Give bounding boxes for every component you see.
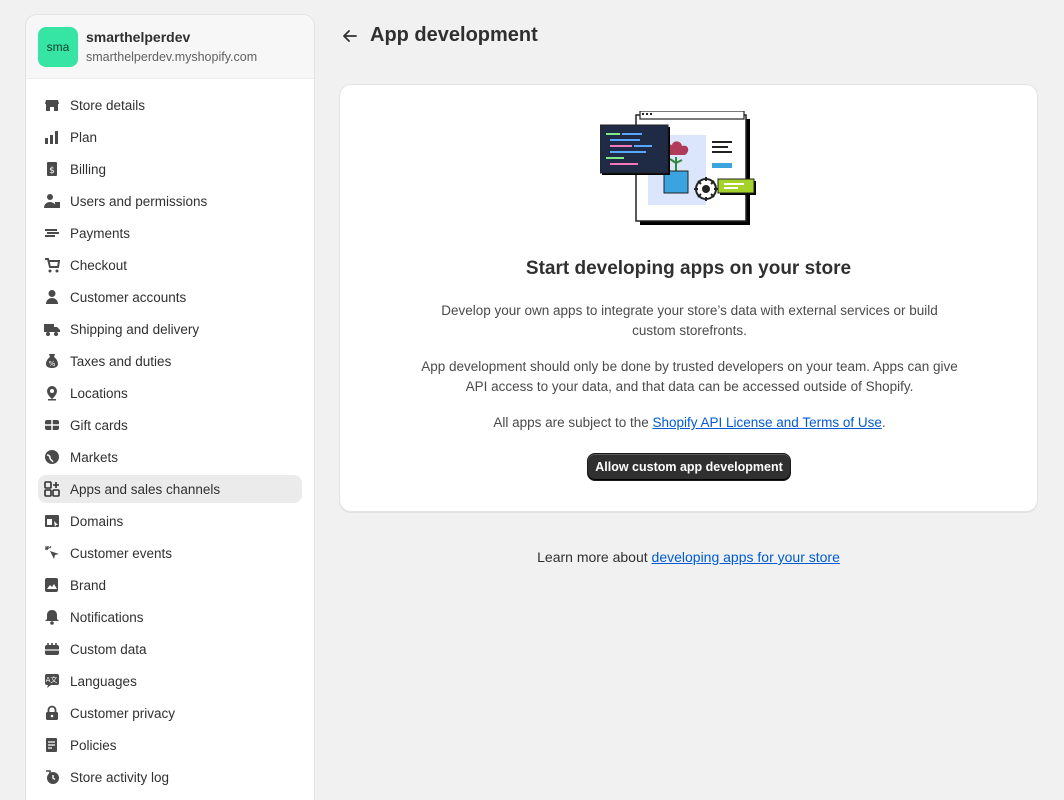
cursor-click-icon [44,545,60,561]
sidebar-item-gift-cards[interactable]: Gift cards [38,411,302,439]
location-icon [44,385,60,401]
sidebar-item-label: Customer events [70,545,173,561]
sidebar-item-label: Domains [70,513,124,529]
sidebar-item-label: Users and permissions [70,193,208,209]
svg-text:%: % [49,360,56,368]
store-header[interactable]: sma smarthelperdev smarthelperdev.myshop… [26,15,314,79]
card-description-2: App development should only be done by t… [421,359,958,394]
apps-icon [44,481,60,497]
sidebar-item-label: Taxes and duties [70,353,172,369]
sidebar-item-customer-events[interactable]: Customer events [38,539,302,567]
sidebar-item-label: Notifications [70,609,144,625]
sidebar-item-label: Plan [70,129,98,145]
settings-nav: Store details Plan $ Billing Users and p… [26,79,314,791]
card-heading: Start developing apps on your store [525,258,852,279]
sidebar-item-taxes[interactable]: % Taxes and duties [38,347,302,375]
sidebar-item-users[interactable]: Users and permissions [38,187,302,215]
app-development-illustration [600,111,756,225]
sidebar-item-billing[interactable]: $ Billing [38,155,302,183]
api-terms-link[interactable]: Shopify API License and Terms of Use [652,415,881,430]
card-description-1: Develop your own apps to integrate your … [441,303,938,338]
store-domain: smarthelperdev.myshopify.com [86,49,258,64]
sidebar-item-label: Customer accounts [70,289,187,305]
sidebar-item-notifications[interactable]: Notifications [38,603,302,631]
globe-icon [44,449,60,465]
sidebar-item-label: Policies [70,737,117,753]
lock-icon [44,705,60,721]
sidebar-item-label: Gift cards [70,417,128,433]
terms-prefix: All apps are subject to the [493,415,653,430]
learn-more-prefix: Learn more about [537,549,652,565]
sidebar-item-label: Languages [70,673,137,689]
sidebar-item-label: Customer privacy [70,705,176,721]
sidebar-item-brand[interactable]: Brand [38,571,302,599]
settings-sidebar: sma smarthelperdev smarthelperdev.myshop… [25,14,315,800]
truck-icon [44,321,60,337]
sidebar-item-customer-privacy[interactable]: Customer privacy [38,699,302,727]
terms-suffix: . [881,415,886,430]
sidebar-item-label: Markets [70,449,119,465]
language-icon: A文 [44,673,60,689]
allow-custom-app-development-button[interactable]: Allow custom app development [587,453,791,481]
sidebar-item-activity-log[interactable]: Store activity log [38,763,302,791]
plan-icon [44,129,60,145]
sidebar-item-label: Store activity log [70,769,170,785]
learn-more-text: Learn more about developing apps for you… [339,549,1038,565]
sidebar-item-label: Locations [70,385,128,401]
sidebar-item-languages[interactable]: A文 Languages [38,667,302,695]
policy-icon [44,737,60,753]
tax-icon: % [44,353,60,369]
sidebar-item-domains[interactable]: Domains [38,507,302,535]
sidebar-item-plan[interactable]: Plan [38,123,302,151]
payments-icon [44,225,60,241]
brand-icon [44,577,60,593]
cart-icon [44,257,60,273]
sidebar-item-locations[interactable]: Locations [38,379,302,407]
sidebar-item-label: Store details [70,97,146,113]
sidebar-item-label: Checkout [70,257,128,273]
page-title: App development [370,24,538,46]
billing-icon: $ [44,161,60,177]
svg-text:$: $ [49,166,55,176]
page-header: App development [340,24,538,47]
sidebar-item-customer-accounts[interactable]: Customer accounts [38,283,302,311]
sidebar-item-label: Custom data [70,641,147,657]
person-icon [44,289,60,305]
app-development-card: Start developing apps on your store Deve… [339,84,1038,512]
domain-icon [44,513,60,529]
sidebar-item-apps[interactable]: Apps and sales channels [38,475,302,503]
store-icon [44,97,60,113]
sidebar-item-label: Apps and sales channels [70,481,221,497]
sidebar-item-shipping[interactable]: Shipping and delivery [38,315,302,343]
sidebar-item-label: Brand [70,577,107,593]
activity-log-icon [44,769,60,785]
store-avatar: sma [38,26,78,67]
sidebar-item-label: Payments [70,225,131,241]
sidebar-item-payments[interactable]: Payments [38,219,302,247]
users-icon [44,193,60,209]
sidebar-item-checkout[interactable]: Checkout [38,251,302,279]
database-icon [44,641,60,657]
sidebar-item-policies[interactable]: Policies [38,731,302,759]
gift-card-icon [44,417,60,433]
back-arrow-icon[interactable] [340,26,360,46]
sidebar-item-store-details[interactable]: Store details [38,91,302,119]
sidebar-item-label: Billing [70,161,107,177]
card-terms-text: All apps are subject to the Shopify API … [420,413,959,433]
bell-icon [44,609,60,625]
store-name: smarthelperdev [86,28,191,45]
sidebar-item-label: Shipping and delivery [70,321,200,337]
developing-apps-link[interactable]: developing apps for your store [652,549,840,565]
sidebar-item-custom-data[interactable]: Custom data [38,635,302,663]
sidebar-item-markets[interactable]: Markets [38,443,302,471]
svg-text:A文: A文 [46,675,58,684]
